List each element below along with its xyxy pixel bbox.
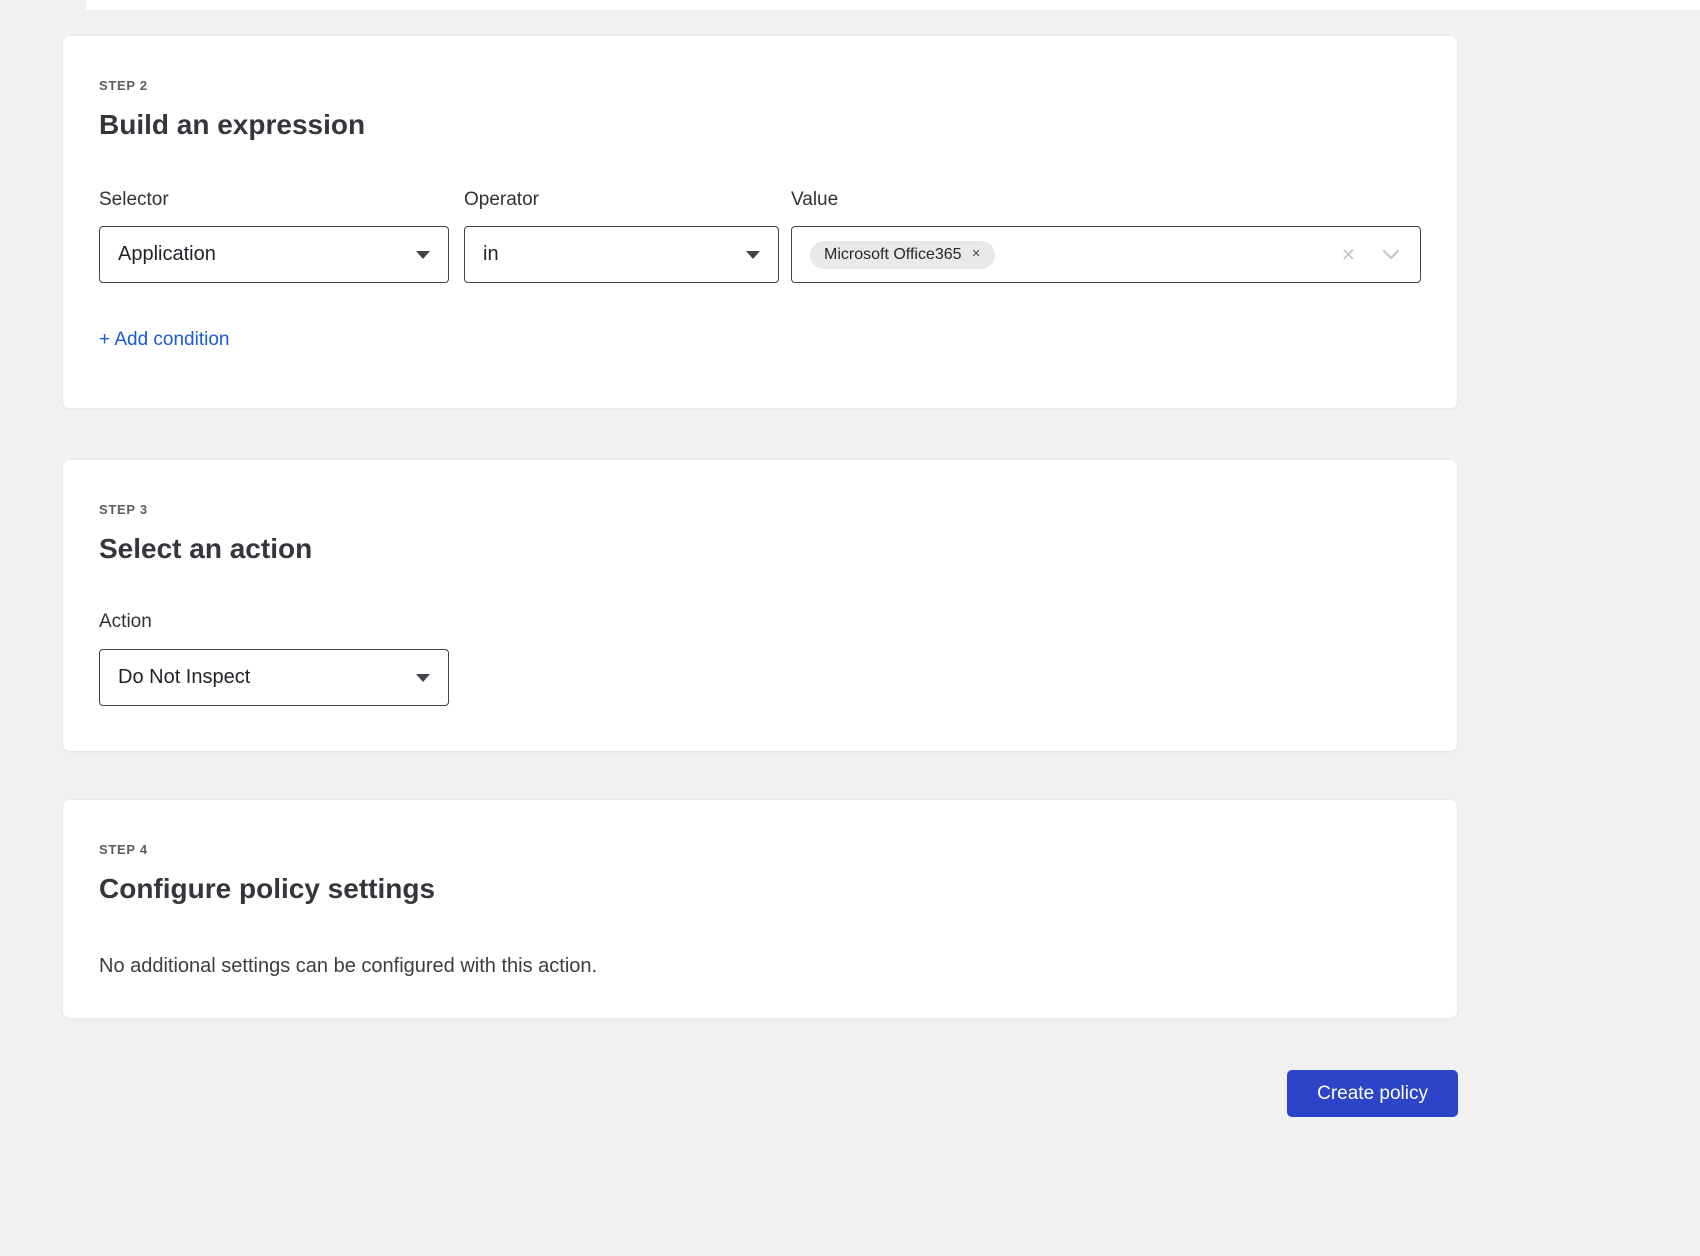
step-2-title: Build an expression <box>99 109 1421 141</box>
step-3-eyebrow: STEP 3 <box>99 502 1421 517</box>
operator-label: Operator <box>464 189 779 211</box>
step-2-eyebrow: STEP 2 <box>99 78 1421 93</box>
step-4-title: Configure policy settings <box>99 873 1421 905</box>
selector-dropdown-value: Application <box>118 243 216 266</box>
caret-down-icon <box>746 251 760 259</box>
top-content-edge <box>86 0 1700 10</box>
selector-field: Selector Application <box>99 189 449 283</box>
action-label: Action <box>99 611 1421 633</box>
value-tag[interactable]: Microsoft Office365 ✕ <box>810 241 995 269</box>
chevron-down-icon[interactable] <box>1382 249 1400 260</box>
action-dropdown-value: Do Not Inspect <box>118 666 250 689</box>
step-2-card: STEP 2 Build an expression Selector Appl… <box>62 35 1458 409</box>
operator-dropdown-value: in <box>483 243 499 266</box>
step-3-title: Select an action <box>99 533 1421 565</box>
value-multiselect[interactable]: Microsoft Office365 ✕ ✕ <box>791 226 1421 283</box>
value-controls: ✕ <box>1341 246 1400 264</box>
value-tag-label: Microsoft Office365 <box>824 247 962 263</box>
step-4-eyebrow: STEP 4 <box>99 842 1421 857</box>
caret-down-icon <box>416 674 430 682</box>
operator-field: Operator in <box>464 189 779 283</box>
add-condition-link[interactable]: + Add condition <box>99 329 229 351</box>
expression-fields-row: Selector Application Operator in Value M… <box>99 189 1421 283</box>
tag-remove-icon[interactable]: ✕ <box>972 249 981 260</box>
create-policy-button[interactable]: Create policy <box>1287 1070 1458 1117</box>
settings-note: No additional settings can be configured… <box>99 955 1421 978</box>
value-field: Value Microsoft Office365 ✕ ✕ <box>791 189 1421 283</box>
selector-dropdown[interactable]: Application <box>99 226 449 283</box>
step-4-card: STEP 4 Configure policy settings No addi… <box>62 799 1458 1019</box>
operator-dropdown[interactable]: in <box>464 226 779 283</box>
action-dropdown[interactable]: Do Not Inspect <box>99 649 449 706</box>
selector-label: Selector <box>99 189 449 211</box>
clear-icon[interactable]: ✕ <box>1341 246 1356 264</box>
step-3-card: STEP 3 Select an action Action Do Not In… <box>62 459 1458 752</box>
value-label: Value <box>791 189 1421 211</box>
caret-down-icon <box>416 251 430 259</box>
